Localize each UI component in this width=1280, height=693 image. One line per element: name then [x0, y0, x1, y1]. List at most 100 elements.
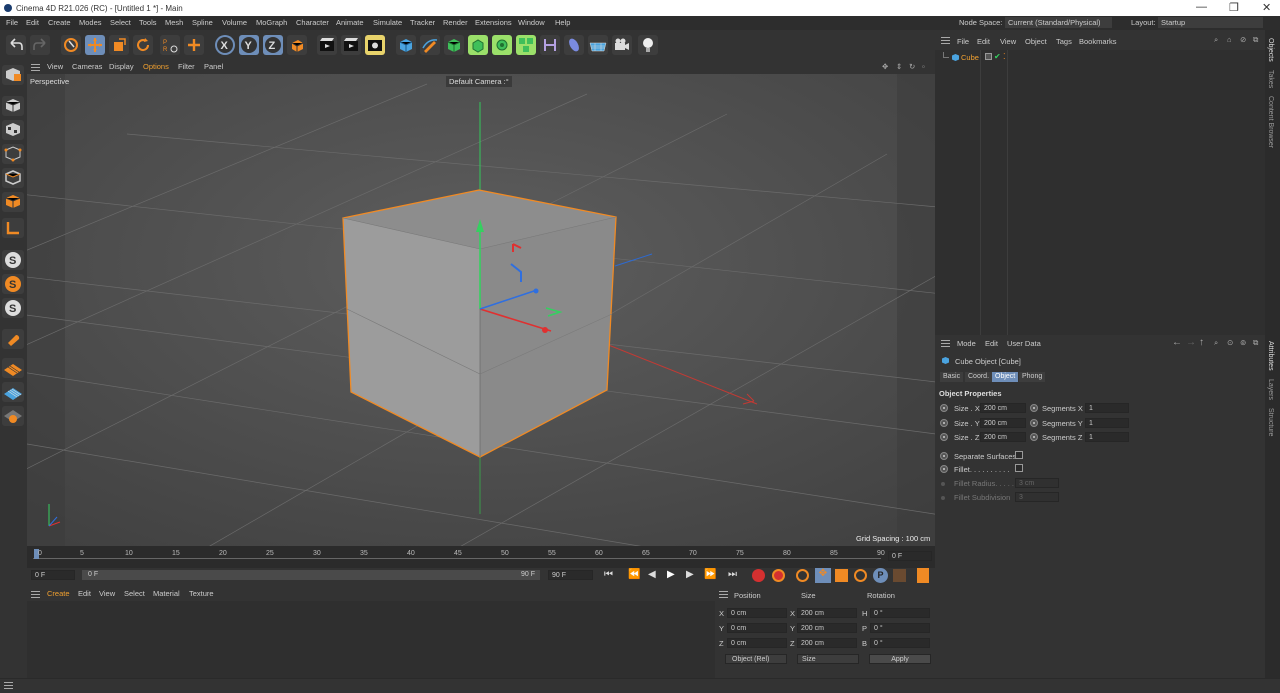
next-frame-icon[interactable]: ▶ [686, 569, 694, 580]
floor-object-icon[interactable] [564, 35, 584, 55]
go-to-end-icon[interactable]: ⏭ [728, 569, 737, 580]
fillet-checkbox[interactable] [1015, 464, 1023, 472]
material-menu-icon[interactable] [31, 591, 40, 598]
size-mode-select[interactable]: Size [797, 654, 859, 664]
position-key-icon[interactable]: ✥ [815, 568, 831, 583]
menu-character[interactable]: Character [296, 18, 329, 27]
menu-mesh[interactable]: Mesh [165, 18, 183, 27]
segments-y-field[interactable]: 1 [1085, 418, 1129, 428]
edges-mode-icon[interactable] [2, 168, 24, 188]
viewport-menu-icon[interactable] [31, 64, 40, 71]
tab-object[interactable]: Object [992, 372, 1019, 382]
pen-spline-icon[interactable] [420, 35, 440, 55]
go-to-start-icon[interactable]: ⏮ [604, 569, 613, 580]
scale-tool-icon[interactable] [109, 35, 129, 55]
tweak-mode-icon[interactable] [2, 329, 24, 349]
menu-volume[interactable]: Volume [222, 18, 247, 27]
3d-viewport[interactable]: Perspective Default Camera :° Grid Spaci… [27, 74, 935, 546]
scale-key-icon[interactable] [835, 569, 848, 582]
rot-h-field[interactable]: 0 ° [870, 608, 930, 618]
workplane-icon[interactable] [2, 358, 24, 378]
layer-icon[interactable] [985, 53, 992, 60]
segments-z-field[interactable]: 1 [1085, 432, 1129, 442]
next-key-icon[interactable]: ⏩ [704, 569, 716, 580]
planar-workplane-icon[interactable] [2, 406, 24, 426]
x-axis-lock-button[interactable]: X [215, 35, 235, 55]
size-y-field[interactable]: 200 cm [797, 623, 857, 633]
animate-seg-z-icon[interactable] [1030, 433, 1038, 441]
pos-z-field[interactable]: 0 cm [727, 638, 787, 648]
material-menu-select[interactable]: Select [124, 589, 145, 598]
move-tool-icon[interactable] [85, 35, 105, 55]
tab-coord[interactable]: Coord. [965, 372, 993, 382]
parameter-key-icon[interactable]: P [873, 568, 888, 583]
create-object-icon[interactable] [184, 35, 204, 55]
side-tab-attributes[interactable]: Attributes [1267, 341, 1274, 371]
object-menu-view[interactable]: View [1000, 37, 1016, 46]
mograph-cloner-icon[interactable] [516, 35, 536, 55]
preview-range-slider[interactable]: 0 F 90 F [82, 570, 540, 580]
menu-simulate[interactable]: Simulate [373, 18, 402, 27]
forward-arrow-icon[interactable]: → [1186, 337, 1196, 348]
maximize-button[interactable]: ❐ [1229, 1, 1239, 14]
play-icon[interactable]: ▶ [667, 569, 675, 580]
start-frame-field[interactable]: 0 F [31, 570, 75, 580]
up-arrow-icon[interactable]: ↑ [1199, 337, 1204, 348]
viewport-menu-display[interactable]: Display [109, 62, 134, 71]
z-axis-lock-button[interactable]: Z [263, 35, 283, 55]
attr-lock-icon[interactable]: ⊙ [1227, 338, 1233, 347]
timeline-window-icon[interactable] [917, 568, 929, 583]
menu-tracker[interactable]: Tracker [410, 18, 435, 27]
tab-phong[interactable]: Phong [1019, 372, 1046, 382]
sky-object-icon[interactable] [588, 35, 608, 55]
viewport-menu-options[interactable]: Options [143, 62, 169, 71]
nodespace-select[interactable]: Current (Standard/Physical) [1005, 17, 1112, 28]
size-y-field[interactable]: 200 cm [980, 418, 1026, 428]
material-menu-create[interactable]: Create [47, 589, 70, 598]
object-menu-bookmarks[interactable]: Bookmarks [1079, 37, 1117, 46]
object-new-window-icon[interactable]: ⧉ [1253, 35, 1258, 45]
side-tab-takes[interactable]: Takes [1267, 70, 1274, 88]
attribute-menu-user-data[interactable]: User Data [1007, 339, 1041, 348]
segments-x-field[interactable]: 1 [1085, 403, 1129, 413]
viewport-toggle-icon[interactable]: ▫ [922, 62, 925, 71]
recent-tools-icon[interactable]: PR [160, 35, 180, 55]
polygons-mode-icon[interactable] [2, 192, 24, 212]
rotation-key-icon[interactable] [854, 569, 867, 582]
menu-create[interactable]: Create [48, 18, 71, 27]
points-mode-icon[interactable] [2, 144, 24, 164]
object-row-cube[interactable]: Cube ✔ ⁚ [939, 52, 1119, 64]
end-frame-field[interactable]: 90 F [548, 570, 593, 580]
previous-frame-icon[interactable]: ◀ [648, 569, 656, 580]
side-tab-objects[interactable]: Objects [1267, 38, 1274, 62]
texture-mode-icon[interactable] [2, 120, 24, 140]
size-x-field[interactable]: 200 cm [980, 403, 1026, 413]
material-menu-texture[interactable]: Texture [189, 589, 214, 598]
animate-size-z-icon[interactable] [940, 433, 948, 441]
attribute-menu-mode[interactable]: Mode [957, 339, 976, 348]
make-editable-icon[interactable] [2, 65, 24, 85]
camera-label[interactable]: Default Camera :° [446, 76, 512, 87]
attribute-menu-edit[interactable]: Edit [985, 339, 998, 348]
menu-file[interactable]: File [6, 18, 18, 27]
render-view-icon[interactable] [317, 35, 337, 55]
workplane-snap-icon[interactable]: S [2, 298, 24, 318]
close-button[interactable]: ✕ [1262, 1, 1271, 14]
animate-size-x-icon[interactable] [940, 404, 948, 412]
rot-b-field[interactable]: 0 ° [870, 638, 930, 648]
extrude-icon[interactable] [468, 35, 488, 55]
apply-button[interactable]: Apply [869, 654, 931, 664]
viewport-menu-filter[interactable]: Filter [178, 62, 195, 71]
locked-workplane-icon[interactable] [2, 382, 24, 402]
viewport-rotate-icon[interactable]: ↻ [909, 62, 915, 71]
menu-spline[interactable]: Spline [192, 18, 213, 27]
menu-window[interactable]: Window [518, 18, 545, 27]
undo-icon[interactable] [6, 35, 26, 55]
coordinate-system-icon[interactable] [287, 35, 307, 55]
viewport-menu-cameras[interactable]: Cameras [72, 62, 102, 71]
cube-primitive-icon[interactable] [396, 35, 416, 55]
render-to-picture-viewer-icon[interactable] [341, 35, 361, 55]
material-menu-view[interactable]: View [99, 589, 115, 598]
material-menu-material[interactable]: Material [153, 589, 180, 598]
axis-mode-icon[interactable] [2, 218, 24, 238]
